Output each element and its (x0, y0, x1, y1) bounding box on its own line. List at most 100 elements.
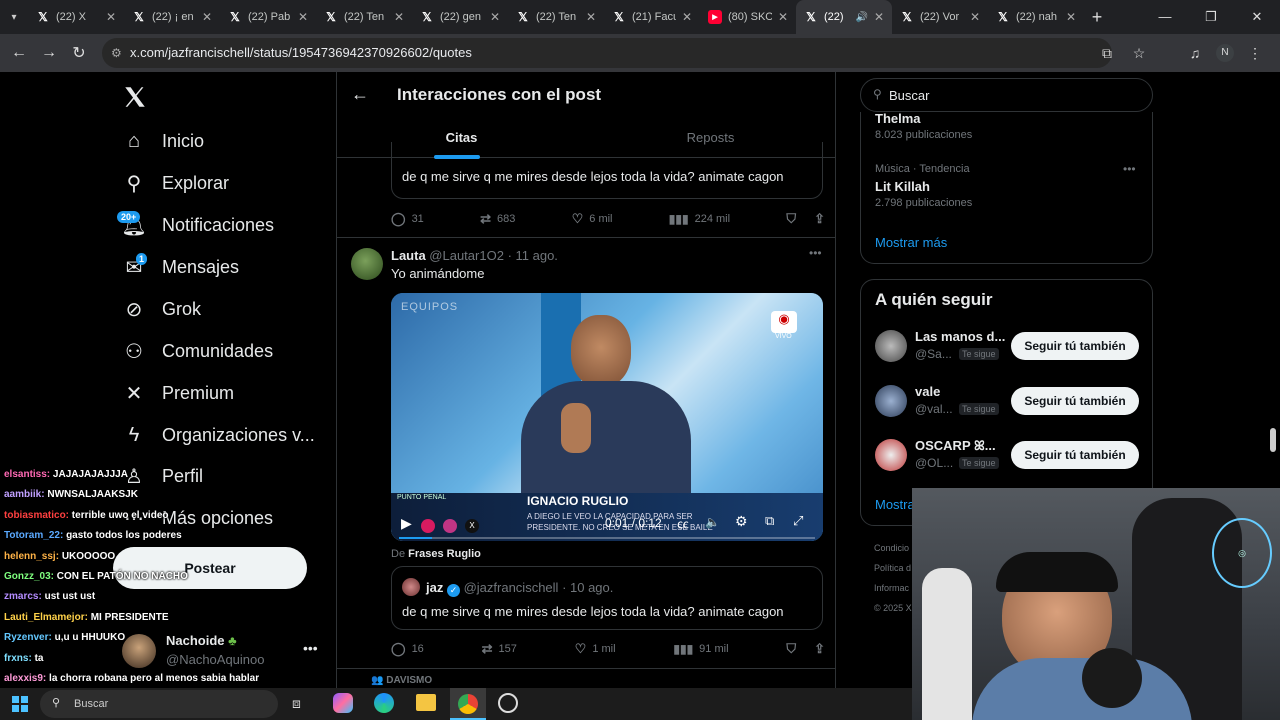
close-tab-icon[interactable]: ✕ (202, 10, 212, 24)
profile-avatar[interactable]: N (1216, 44, 1234, 62)
follow-suggestion-avatar[interactable] (875, 439, 907, 471)
follow-suggestion-name[interactable]: vale (915, 384, 1005, 399)
close-tab-icon[interactable]: ✕ (874, 10, 884, 24)
nav-item-organizaciones[interactable]: ϟ Organizaciones v... (122, 420, 315, 450)
close-tab-icon[interactable]: ✕ (778, 10, 788, 24)
nav-item-comunidades[interactable]: ⚇ Comunidades (122, 336, 273, 366)
edge-icon[interactable] (374, 693, 394, 713)
reload-icon[interactable]: ↻ (64, 43, 94, 63)
browser-tab[interactable]: 𝕏 (22) ¡ en ✕ (124, 0, 220, 34)
bookmark-star-icon[interactable]: ☆ (1128, 45, 1150, 62)
account-name[interactable]: Nachoide ♣ (166, 633, 237, 648)
media-control-icon[interactable]: ♫ (1184, 45, 1206, 61)
tab-search-button[interactable]: ▾ (0, 12, 28, 23)
reply-button[interactable]: ◯ 16 (391, 641, 424, 657)
nav-item-premium[interactable]: ✕ Premium (122, 378, 234, 408)
close-tab-icon[interactable]: ✕ (1066, 10, 1076, 24)
follow-suggestion-name[interactable]: OSCARP ꕤ... (915, 438, 1005, 454)
footer-link[interactable]: Informac (874, 583, 909, 593)
account-menu-icon[interactable]: ••• (303, 640, 318, 656)
new-tab-button[interactable]: + (1084, 7, 1110, 28)
maximize-icon[interactable]: ❐ (1188, 0, 1234, 34)
footer-link[interactable]: © 2025 X (874, 603, 912, 613)
show-more-link[interactable]: Mostrar más (875, 235, 947, 250)
browser-tab[interactable]: 𝕏 (22) Vor ✕ (892, 0, 988, 34)
fullscreen-icon[interactable]: ⤢ (793, 513, 803, 529)
video-progress[interactable] (399, 537, 815, 539)
footer-link[interactable]: Política d (874, 563, 911, 573)
minimize-icon[interactable]: — (1142, 0, 1188, 34)
share-icon[interactable]: ⇪ (814, 641, 825, 657)
close-tab-icon[interactable]: ✕ (490, 10, 500, 24)
x-logo-icon[interactable] (122, 84, 148, 110)
browser-tab[interactable]: 𝕏 (22) Ten ✕ (316, 0, 412, 34)
obs-icon[interactable] (498, 693, 518, 713)
repost-button[interactable]: ⇄ 683 (480, 211, 515, 227)
back-arrow-icon[interactable]: ← (351, 84, 369, 105)
task-view-icon[interactable]: ⧈ (292, 695, 301, 712)
repost-button[interactable]: ⇄ 157 (482, 641, 517, 657)
captions-icon[interactable]: ㏄ (677, 515, 689, 532)
close-tab-icon[interactable]: ✕ (682, 10, 692, 24)
pip-icon[interactable]: ⧉ (765, 513, 774, 529)
menu-kebab-icon[interactable]: ⋮ (1244, 45, 1266, 62)
taskbar-search[interactable]: ⚲ Buscar (40, 690, 278, 718)
volume-icon[interactable]: 🔈 (705, 515, 720, 529)
close-tab-icon[interactable]: ✕ (586, 10, 596, 24)
trend-name[interactable]: Thelma (875, 111, 921, 126)
show-more-link[interactable]: Mostra (875, 497, 915, 512)
follow-button[interactable]: Seguir tú también (1011, 441, 1139, 469)
author-avatar[interactable] (351, 248, 383, 280)
browser-tab[interactable]: 𝕏 (22) gen ✕ (412, 0, 508, 34)
nav-item-grok[interactable]: ⊘ Grok (122, 294, 201, 324)
bookmark-icon[interactable]: ⛉ (786, 211, 796, 227)
account-avatar[interactable] (122, 634, 156, 668)
browser-tab[interactable]: 𝕏 (22) nah ✕ (988, 0, 1084, 34)
tab-audio-icon[interactable]: 🔊 (855, 12, 867, 23)
trend-name[interactable]: Lit Killah (875, 179, 930, 194)
back-arrow-icon[interactable]: ← (4, 44, 34, 62)
install-app-icon[interactable]: ⧉ (1096, 45, 1118, 62)
follow-suggestion-avatar[interactable] (875, 385, 907, 417)
follow-suggestion-avatar[interactable] (875, 330, 907, 362)
copilot-icon[interactable] (333, 693, 353, 713)
video-source[interactable]: De Frases Ruglio (391, 548, 481, 560)
like-button[interactable]: ♡ 6 mil (572, 211, 613, 227)
views-button[interactable]: ▮▮▮ 224 mil (669, 212, 730, 226)
quoted-post[interactable]: jaz ✓ @jazfrancischell · 10 ago. de q me… (391, 566, 823, 630)
browser-tab[interactable]: 𝕏 (22) 🔊 ✕ (796, 0, 892, 34)
url-bar[interactable]: ⚙ x.com/jazfrancischell/status/195473694… (102, 38, 1112, 68)
close-tab-icon[interactable]: ✕ (298, 10, 308, 24)
close-tab-icon[interactable]: ✕ (970, 10, 980, 24)
chrome-taskbar-button[interactable] (450, 688, 486, 720)
browser-tab[interactable]: 𝕏 (22) X ✕ (28, 0, 124, 34)
post-button[interactable]: Postear (113, 547, 307, 589)
close-window-icon[interactable]: ✕ (1234, 0, 1280, 34)
nav-item-notificaciones[interactable]: 🔔︎ Notificaciones (121, 210, 274, 240)
browser-tab[interactable]: ▶ (80) SKO ✕ (700, 0, 796, 34)
footer-link[interactable]: Condicio (874, 543, 909, 553)
views-button[interactable]: ▮▮▮ 91 mil (673, 642, 728, 656)
reply-button[interactable]: ◯ 31 (391, 211, 424, 227)
post-author[interactable]: Lauta @Lautar1O2 · 11 ago. (391, 248, 558, 263)
follow-suggestion-name[interactable]: Las manos d... (915, 329, 1005, 344)
bookmark-icon[interactable]: ⛉ (786, 641, 796, 657)
search-box[interactable]: ⚲ Buscar (860, 78, 1153, 112)
file-explorer-icon[interactable] (416, 694, 436, 711)
browser-tab[interactable]: 𝕏 (21) Facu ✕ (604, 0, 700, 34)
nav-item-inicio[interactable]: ⌂ Inicio (122, 126, 204, 156)
follow-button[interactable]: Seguir tú también (1011, 332, 1139, 360)
windows-start-icon[interactable] (12, 696, 28, 712)
nav-item-explorar[interactable]: ⚲ Explorar (122, 168, 229, 198)
forward-arrow-icon[interactable]: → (34, 44, 64, 62)
close-tab-icon[interactable]: ✕ (394, 10, 404, 24)
video-player[interactable]: EQUIPOS ◉ VIVO PUNTO PENAL IGNACIO RUGLI… (391, 293, 823, 541)
share-icon[interactable]: ⇪ (814, 211, 825, 227)
post-menu-icon[interactable]: ••• (809, 246, 822, 260)
quoted-post[interactable]: de q me sirve q me mires desde lejos tod… (391, 142, 823, 199)
trend-menu-icon[interactable]: ••• (1123, 162, 1136, 176)
close-tab-icon[interactable]: ✕ (106, 10, 116, 24)
nav-item-perfil[interactable]: ♙ Perfil (122, 461, 203, 491)
like-button[interactable]: ♡ 1 mil (575, 641, 616, 657)
browser-tab[interactable]: 𝕏 (22) Pab ✕ (220, 0, 316, 34)
